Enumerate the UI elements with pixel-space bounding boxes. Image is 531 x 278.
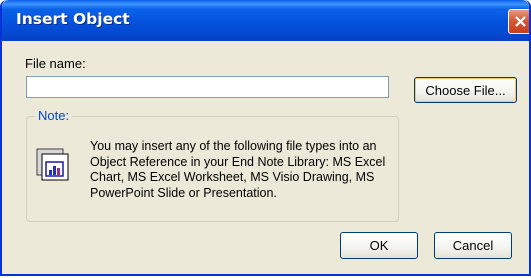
close-button[interactable]: [508, 9, 529, 34]
object-document-icon: [36, 148, 69, 181]
choose-file-button[interactable]: Choose File...: [414, 77, 517, 103]
note-text: You may insert any of the following file…: [90, 139, 386, 200]
insert-object-dialog: Insert Object File name: Choose File... …: [0, 0, 531, 276]
file-name-input[interactable]: [26, 76, 389, 98]
note-legend: Note:: [35, 108, 73, 123]
cancel-button[interactable]: Cancel: [434, 232, 512, 259]
close-icon: [515, 16, 526, 27]
ok-button-label: OK: [369, 238, 389, 253]
file-name-label: File name:: [25, 56, 86, 71]
title-bar[interactable]: Insert Object: [2, 0, 529, 41]
choose-file-button-label: Choose File...: [425, 82, 506, 98]
ok-button[interactable]: OK: [340, 232, 418, 259]
dialog-title: Insert Object: [16, 10, 130, 28]
cancel-button-label: Cancel: [452, 238, 494, 253]
